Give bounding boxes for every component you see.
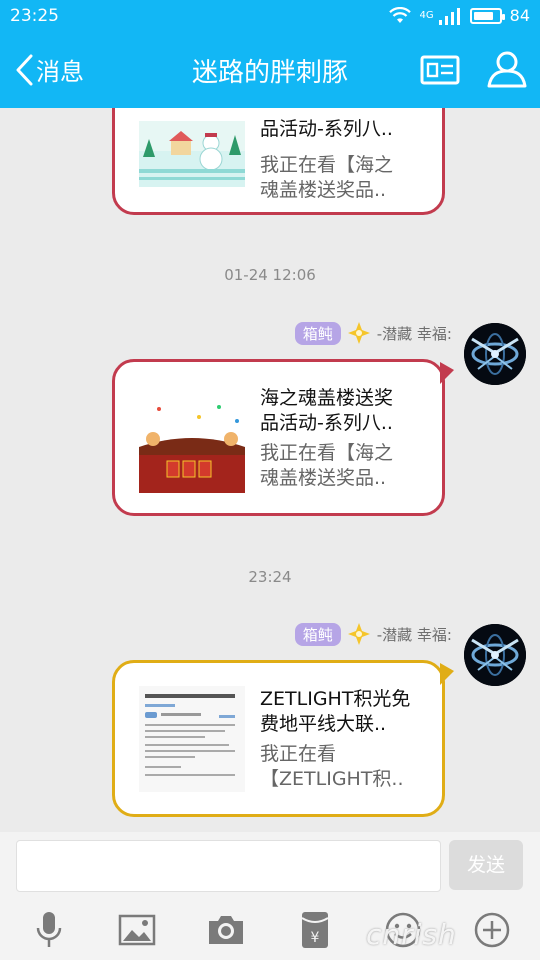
wifi-icon	[388, 6, 411, 23]
message-input[interactable]	[16, 840, 441, 892]
image-button[interactable]	[117, 910, 157, 950]
link-title: 海之魂盖楼送奖	[260, 387, 394, 409]
title-bar: 消息 迷路的胖刺豚	[0, 34, 540, 108]
message-timestamp: 23:24	[248, 568, 292, 586]
link-description: 【ZETLIGHT积..	[260, 768, 404, 790]
status-time: 23:25	[10, 6, 59, 26]
voice-button[interactable]	[29, 910, 69, 950]
link-description: 魂盖楼送奖品..	[260, 467, 387, 489]
plus-icon	[474, 912, 510, 948]
link-description: 我正在看【海之	[260, 442, 394, 464]
person-icon	[487, 51, 527, 88]
battery-level	[473, 11, 494, 20]
profile-button[interactable]	[486, 50, 528, 92]
group-title-badge: 箱鲀	[294, 622, 341, 646]
sender-name: -潜藏 幸福:	[376, 324, 452, 343]
camera-icon	[209, 916, 243, 944]
network-type: 4G	[419, 10, 434, 21]
status-bar: 23:25 4G 84	[0, 0, 540, 34]
link-thumbnail	[139, 686, 245, 792]
contact-card-button[interactable]	[420, 54, 460, 90]
mic-icon	[36, 912, 62, 947]
send-button[interactable]: 发送	[449, 840, 523, 890]
link-title: 费地平线大联..	[260, 713, 387, 735]
battery-percent: 84	[509, 6, 530, 25]
link-title: ZETLIGHT积光免	[260, 688, 411, 710]
status-icons: 4G 84	[388, 6, 530, 25]
red-packet-button[interactable]: ¥	[295, 910, 335, 950]
battery-icon	[469, 7, 505, 24]
input-bar: 发送 ¥	[0, 832, 540, 960]
more-button[interactable]	[472, 910, 512, 950]
link-description: 魂盖楼送奖品..	[260, 179, 387, 201]
group-title-badge: 箱鲀	[294, 321, 341, 345]
signal-icon	[438, 7, 460, 25]
sender-row: 箱鲀 -潜藏 幸福:	[294, 321, 452, 345]
id-card-icon	[420, 55, 460, 85]
star-icon	[347, 322, 370, 344]
link-description: 我正在看	[260, 743, 337, 765]
link-thumbnail	[139, 399, 245, 493]
avatar[interactable]	[464, 624, 526, 686]
link-message-bubble[interactable]: ZETLIGHT积光免 费地平线大联.. 我正在看 【ZETLIGHT积..	[112, 660, 454, 817]
sender-name: -潜藏 幸福:	[376, 625, 452, 644]
chat-area[interactable]: 品活动-系列八.. 我正在看【海之 魂盖楼送奖品.. 01-24 12:06 箱…	[0, 108, 540, 832]
image-icon	[118, 914, 156, 946]
star-icon	[347, 623, 370, 645]
link-title: 品活动-系列八..	[260, 412, 393, 434]
bubble-tail	[440, 663, 454, 685]
sender-row: 箱鲀 -潜藏 幸福:	[294, 622, 452, 646]
watermark: cnrish	[366, 918, 457, 951]
bubble-tail	[440, 362, 454, 384]
message-timestamp: 01-24 12:06	[224, 266, 316, 284]
camera-button[interactable]	[206, 910, 246, 950]
link-thumbnail	[139, 121, 245, 187]
link-description: 我正在看【海之	[260, 154, 394, 176]
svg-text:¥: ¥	[311, 930, 320, 946]
link-message-bubble[interactable]: 品活动-系列八.. 我正在看【海之 魂盖楼送奖品..	[112, 108, 445, 215]
red-packet-icon: ¥	[301, 912, 329, 948]
link-message-bubble[interactable]: 海之魂盖楼送奖 品活动-系列八.. 我正在看【海之 魂盖楼送奖品..	[112, 359, 454, 516]
link-title: 品活动-系列八..	[260, 118, 393, 140]
avatar[interactable]	[464, 323, 526, 385]
